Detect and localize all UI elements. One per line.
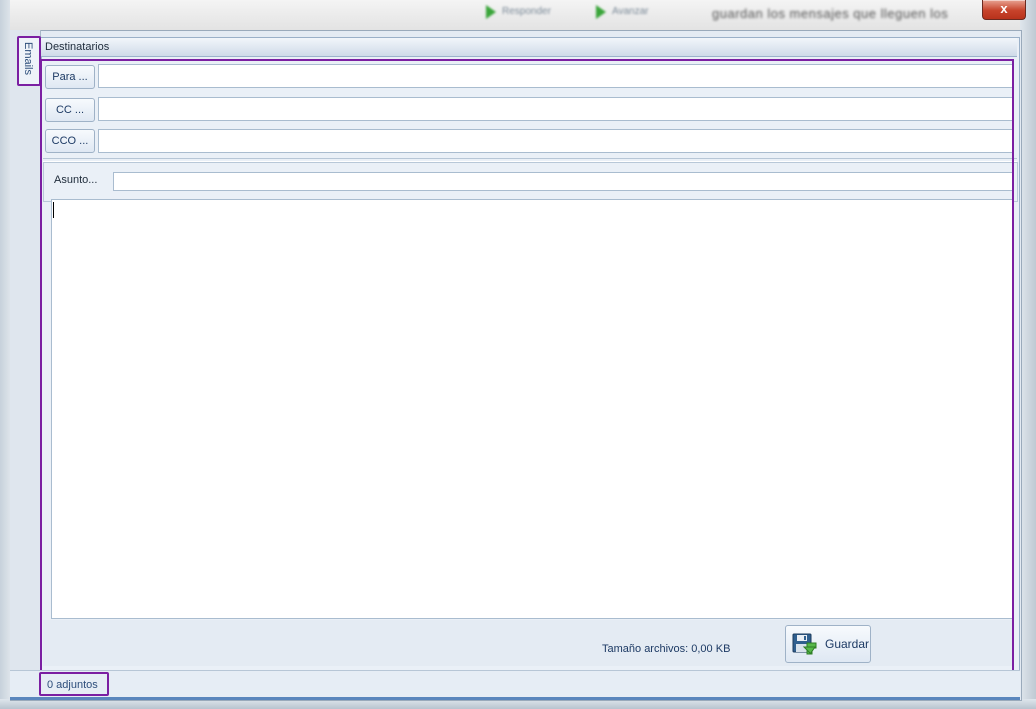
subject-field[interactable] bbox=[113, 172, 1013, 191]
save-button-label: Guardar bbox=[825, 637, 870, 651]
window-frame-right bbox=[1020, 0, 1036, 709]
subject-label: Asunto... bbox=[54, 174, 98, 186]
panel-header: Destinatarios bbox=[41, 38, 1017, 57]
status-bar-edge bbox=[10, 697, 1020, 700]
status-bar bbox=[10, 670, 1020, 700]
text-caret bbox=[53, 202, 54, 218]
save-button[interactable]: Guardar bbox=[785, 625, 871, 663]
cc-button[interactable]: CC ... bbox=[45, 98, 95, 122]
close-button[interactable]: x bbox=[982, 0, 1026, 20]
tab-emails-label: Emails bbox=[22, 42, 34, 76]
bcc-field[interactable] bbox=[98, 129, 1014, 153]
attachments-size-label: Tamaño archivos: 0,00 KB bbox=[602, 643, 731, 655]
window-frame-left bbox=[0, 0, 10, 709]
bcc-button[interactable]: CCO ... bbox=[45, 129, 95, 153]
attachments-count[interactable]: 0 adjuntos bbox=[39, 672, 109, 696]
to-button[interactable]: Para ... bbox=[45, 65, 95, 89]
tab-emails[interactable]: Emails bbox=[17, 36, 41, 86]
message-body-editor[interactable] bbox=[51, 199, 1013, 619]
email-window: x Emails Destinatarios Para ... CC ... C… bbox=[0, 0, 1036, 709]
panel-title: Destinatarios bbox=[45, 41, 110, 53]
to-field[interactable] bbox=[98, 64, 1014, 88]
floppy-disk-icon bbox=[792, 633, 817, 655]
cc-field[interactable] bbox=[98, 97, 1014, 121]
side-tab-strip bbox=[10, 30, 41, 670]
